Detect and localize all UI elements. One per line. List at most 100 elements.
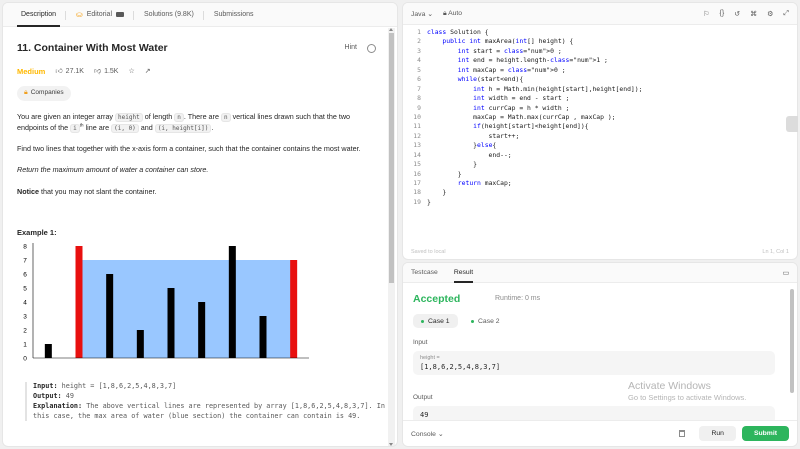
expand-icon[interactable]: ⤢ (783, 10, 789, 18)
code-line[interactable]: 5 int maxCap = class="num">0 ; (403, 66, 788, 75)
line-number: 13 (413, 141, 421, 150)
star-icon[interactable]: ☆ (128, 67, 134, 78)
lock-icon: 🔒︎ (442, 9, 447, 17)
save-status: Saved to local (411, 249, 446, 255)
thumbs-up-icon: 👍︎ (55, 67, 63, 75)
line-number: 10 (413, 112, 421, 121)
hint-button[interactable]: Hint (345, 43, 357, 54)
line-number: 19 (413, 197, 421, 206)
bookmark-icon[interactable]: ⚐ (703, 10, 709, 18)
code-line[interactable]: 8 int width = end - start ; (403, 94, 788, 103)
input-var: height = (420, 355, 440, 361)
result-status: Accepted (413, 293, 461, 305)
reset-icon[interactable]: ↺ (734, 10, 740, 18)
lock-icon: 🔒︎ (24, 88, 28, 96)
settings-icon[interactable]: ⚙ (767, 10, 773, 18)
language-select[interactable]: Java ⌄ (411, 10, 433, 18)
description-paragraph-3: Return the maximum amount of water a con… (17, 165, 209, 175)
run-button[interactable]: Run (699, 426, 736, 441)
shortcut-icon[interactable]: ⌘ (750, 10, 757, 18)
submit-button[interactable]: Submit (741, 426, 789, 441)
y-tick-label: 7 (23, 258, 27, 265)
code-line[interactable]: 2 public int maxArea(int[] height) { (403, 37, 788, 46)
scroll-down-icon[interactable] (389, 443, 393, 446)
line-number: 8 (417, 94, 421, 103)
scroll-thumb[interactable] (389, 33, 394, 283)
line-number: 4 (417, 56, 421, 65)
share-icon[interactable]: ↗ (145, 67, 151, 78)
pass-dot-icon (471, 319, 474, 323)
code-text: } (427, 197, 431, 206)
code-line[interactable]: 3 int start = class="num">0 ; (403, 47, 788, 56)
code-line[interactable]: 18 } (403, 188, 788, 197)
code-line[interactable]: 1 class Solution { (403, 28, 788, 37)
scroll-thumb[interactable] (790, 289, 794, 393)
info-icon[interactable] (367, 43, 376, 53)
code-line[interactable]: 17 return maxCap; (403, 179, 788, 188)
console-button[interactable]: Console ⌄ (411, 430, 444, 438)
side-notes-icon[interactable] (786, 116, 798, 132)
code-line[interactable]: 19} (403, 198, 788, 207)
like-count: 27.1K (65, 67, 84, 75)
code-line[interactable]: 11 if(height[start]<height[end]){ (403, 122, 788, 131)
line-number: 14 (413, 150, 421, 159)
bar-8 (290, 260, 298, 358)
result-panel: Testcase Result ▭ Accepted Runtime: 0 ms… (402, 262, 798, 447)
code-line[interactable]: 14 end--; (403, 151, 788, 160)
container-chart: 0 1 2 3 4 5 6 7 8 (23, 243, 309, 362)
line-number: 5 (417, 65, 421, 74)
tab-solutions[interactable]: Solutions (9.8K) (134, 3, 204, 27)
code-text: int width = end - start ; (473, 94, 570, 103)
case-2-tab[interactable]: Case 2 (463, 314, 508, 328)
description-scrollbar[interactable] (388, 28, 395, 446)
left-tabbar: Description ⛀ Editorial Solutions (9.8K)… (3, 3, 397, 27)
dislike-button[interactable]: 👎︎ 1.5K (94, 67, 119, 78)
notice-paragraph: Notice that you may not slant the contai… (17, 186, 157, 196)
line-number: 16 (413, 169, 421, 178)
code-line[interactable]: 9 int currCap = h * width ; (403, 104, 788, 113)
trash-icon[interactable] (679, 430, 686, 437)
code-line[interactable]: 13 }else{ (403, 141, 788, 150)
code-text: maxCap = Math.max(currCap , maxCap ); (427, 112, 616, 121)
code-line[interactable]: 16 } (403, 170, 788, 179)
like-button[interactable]: 👍︎ 27.1K (55, 67, 84, 78)
collapse-icon[interactable]: ▭ (783, 269, 789, 277)
auto-toggle[interactable]: 🔒︎ Auto (443, 10, 462, 18)
result-scrollbar[interactable] (790, 285, 795, 421)
code-line[interactable]: 10 maxCap = Math.max(currCap , maxCap ); (403, 113, 788, 122)
watermark-subtitle: Go to Settings to activate Windows. (628, 393, 747, 403)
bar-7 (259, 316, 267, 358)
tab-submissions[interactable]: Submissions (204, 3, 264, 27)
y-tick-label: 0 (23, 356, 27, 362)
braces-icon[interactable]: {} (720, 10, 725, 18)
code-line[interactable]: 6 while(start<end){ (403, 75, 788, 84)
y-tick-label: 1 (23, 342, 27, 349)
code-area[interactable]: 1 class Solution {2 public int maxArea(in… (403, 28, 788, 207)
result-footer: Console ⌄ Run Submit (403, 420, 797, 446)
line-number: 3 (417, 46, 421, 55)
description-paragraph-2: Find two lines that together with the x-… (17, 144, 361, 154)
output-label: Output (413, 394, 433, 401)
code-line[interactable]: 7 int h = Math.min(height[start],height[… (403, 85, 788, 94)
case-1-tab[interactable]: Case 1 (413, 314, 458, 328)
line-number: 18 (413, 188, 421, 197)
tab-testcase[interactable]: Testcase (411, 263, 438, 283)
tab-editorial[interactable]: ⛀ Editorial (66, 3, 135, 27)
line-number: 15 (413, 160, 421, 169)
companies-tag[interactable]: 🔒︎ Companies (17, 85, 71, 101)
code-line[interactable]: 12 start++; (403, 132, 788, 141)
dislike-count: 1.5K (104, 67, 119, 75)
editor-toolbar: Java ⌄ 🔒︎ Auto ⚐ {} ↺ ⌘ ⚙ ⤢ (403, 3, 797, 25)
problem-title[interactable]: 11. Container With Most Water (17, 40, 168, 56)
line-number: 6 (417, 75, 421, 84)
code-text: } (427, 188, 447, 197)
y-tick-label: 8 (23, 244, 27, 251)
input-label: Input (413, 339, 428, 346)
code-line[interactable]: 15 } (403, 160, 788, 169)
tab-description[interactable]: Description (11, 3, 67, 27)
windows-watermark: Activate Windows Go to Settings to activ… (628, 380, 746, 403)
scroll-up-icon[interactable] (389, 28, 393, 31)
y-tick-label: 5 (23, 286, 27, 293)
tab-result[interactable]: Result (453, 263, 474, 283)
code-line[interactable]: 4 int end = height.length-class="num">1 … (403, 56, 788, 65)
